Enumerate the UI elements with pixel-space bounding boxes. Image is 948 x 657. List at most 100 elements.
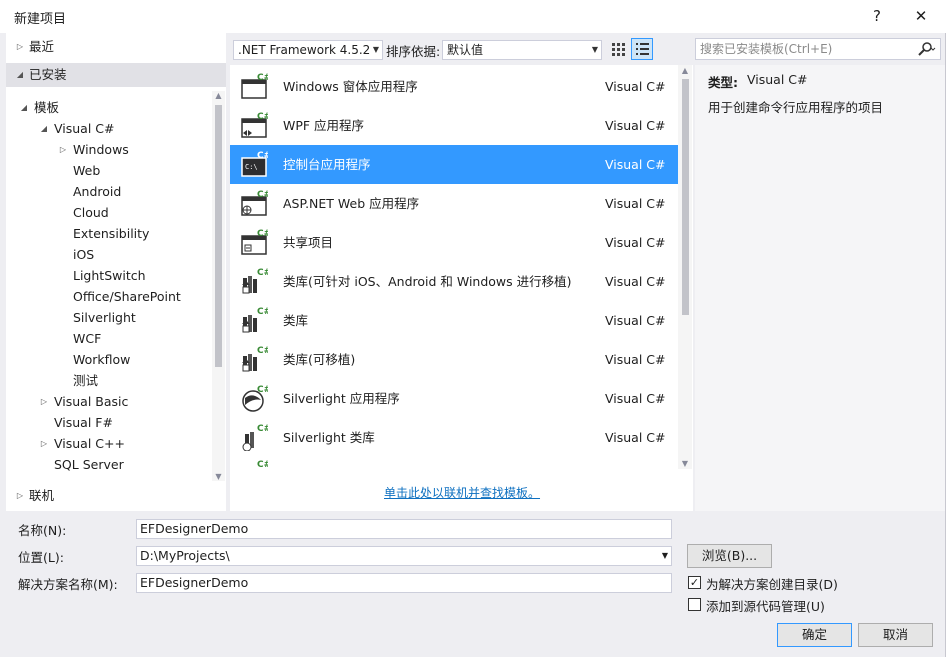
browse-button[interactable]: 浏览(B)...	[687, 544, 772, 568]
section-recent[interactable]: ▷ 最近	[6, 35, 226, 59]
section-online[interactable]: ▷ 联机	[6, 484, 226, 508]
svg-text:C#: C#	[257, 151, 268, 161]
solution-name-input[interactable]: EFDesignerDemo	[136, 573, 672, 593]
svg-text:C#: C#	[257, 460, 268, 469]
template-toolbar: .NET Framework 4.5.2 ▼ 排序依据: 默认值 ▼	[226, 33, 692, 65]
template-item[interactable]: C:\ C# 控制台应用程序 Visual C#	[230, 145, 678, 184]
ok-button[interactable]: 确定	[777, 623, 852, 647]
search-icon[interactable]	[914, 39, 936, 65]
scroll-down-icon[interactable]: ▼	[212, 472, 225, 481]
tree-node[interactable]: ▷ Visual Basic	[41, 391, 128, 412]
template-language: Visual C#	[605, 79, 666, 94]
cancel-button[interactable]: 取消	[858, 623, 933, 647]
portable-library-icon: C#	[240, 267, 271, 295]
svg-text:C#: C#	[257, 424, 268, 434]
expand-down-icon[interactable]: ◢	[39, 118, 49, 139]
tree-node[interactable]: ▷ Visual C++	[41, 433, 125, 454]
class-library-icon: C#	[240, 306, 271, 334]
tree-node-label: Cloud	[73, 205, 109, 220]
source-control-checkbox[interactable]	[688, 598, 701, 611]
svg-text:C#: C#	[257, 112, 268, 122]
scroll-up-icon[interactable]: ▲	[678, 66, 692, 75]
tree-node[interactable]: Visual F#	[54, 412, 113, 433]
tree-node[interactable]: Cloud	[73, 202, 109, 223]
template-item[interactable]: C# ASP.NET Web 应用程序 Visual C#	[230, 184, 678, 223]
expand-right-icon: ▷	[16, 42, 24, 51]
source-control-label: 添加到源代码管理(U)	[706, 599, 825, 614]
tree-node[interactable]: ◢ Visual C#	[41, 118, 115, 139]
svg-text:C#: C#	[257, 229, 268, 239]
template-language: Visual C#	[605, 157, 666, 172]
template-item[interactable]: C# 共享项目 Visual C#	[230, 223, 678, 262]
name-input[interactable]: EFDesignerDemo	[136, 519, 672, 539]
category-panel: ▷ 最近 ◢ 已安装 ◢ 模板 ◢ Visual C# ▷ Windows Web Andro…	[6, 33, 226, 511]
name-label: 名称(N):	[18, 523, 67, 538]
tree-node[interactable]: Workflow	[73, 349, 130, 370]
expand-right-icon[interactable]: ▷	[39, 391, 49, 412]
section-installed-label: 已安装	[29, 67, 67, 82]
template-item[interactable]: C# Silverlight 应用程序 Visual C#	[230, 379, 678, 418]
template-name: 类库(可移植)	[283, 352, 356, 367]
type-label: 类型:	[708, 75, 738, 90]
expand-down-icon[interactable]: ◢	[19, 97, 29, 118]
create-directory-checkbox[interactable]: ✓	[688, 576, 701, 589]
tree-node[interactable]: Office/SharePoint	[73, 286, 181, 307]
framework-select[interactable]: .NET Framework 4.5.2 ▼	[233, 40, 383, 60]
help-button[interactable]: ?	[862, 5, 892, 27]
svg-text:C#: C#	[257, 307, 268, 317]
template-name: Silverlight 应用程序	[283, 391, 400, 406]
tree-node-label: SQL Server	[54, 457, 124, 472]
scrollbar-thumb[interactable]	[682, 79, 689, 315]
wpf-app-icon: C#	[240, 111, 271, 139]
template-item[interactable]: C# 类库(可针对 iOS、Android 和 Windows 进行移植) Visu…	[230, 262, 678, 301]
tree-node[interactable]: SQL Server	[54, 454, 124, 475]
template-name: Silverlight 类库	[283, 430, 375, 445]
scroll-down-icon[interactable]: ▼	[678, 459, 692, 468]
tree-node-label: Silverlight	[73, 310, 136, 325]
tree-node[interactable]: WCF	[73, 328, 101, 349]
search-placeholder: 搜索已安装模板(Ctrl+E)	[700, 42, 833, 56]
tree-node[interactable]: Android	[73, 181, 121, 202]
framework-value: .NET Framework 4.5.2	[238, 43, 371, 57]
scrollbar-thumb[interactable]	[215, 105, 222, 367]
tree-node[interactable]: 测试	[73, 370, 98, 391]
grid-view-icon[interactable]	[608, 39, 628, 59]
tree-node[interactable]: ◢ 模板	[21, 97, 59, 118]
template-list-scrollbar[interactable]: ▲ ▼	[678, 65, 692, 469]
template-language: Visual C#	[605, 118, 666, 133]
location-input[interactable]: D:\MyProjects\ ▼	[136, 546, 672, 566]
list-view-icon[interactable]	[631, 38, 653, 60]
shared-project-icon: C#	[240, 228, 271, 256]
tree-node-label: Android	[73, 184, 122, 199]
template-item[interactable]: C# 类库 Visual C#	[230, 301, 678, 340]
section-installed[interactable]: ◢ 已安装	[6, 63, 226, 87]
template-search-input[interactable]: 搜索已安装模板(Ctrl+E)	[695, 38, 941, 60]
svg-text:C:\: C:\	[245, 163, 258, 171]
template-item[interactable]: C# Windows 窗体应用程序 Visual C#	[230, 67, 678, 106]
tree-node-label: WCF	[73, 331, 102, 346]
tree-node[interactable]: ▷ Windows	[60, 139, 129, 160]
template-item[interactable]: C# Silverlight 类库 Visual C#	[230, 418, 678, 457]
windows-forms-icon: C#	[240, 72, 271, 100]
expand-right-icon: ▷	[16, 491, 24, 500]
tree-node[interactable]: iOS	[73, 244, 94, 265]
tree-node[interactable]: LightSwitch	[73, 265, 146, 286]
tree-node[interactable]: Silverlight	[73, 307, 136, 328]
tree-node[interactable]: Extensibility	[73, 223, 149, 244]
template-item[interactable]: C# 类库(可移植) Visual C#	[230, 340, 678, 379]
tree-scrollbar[interactable]: ▲ ▼	[212, 91, 225, 481]
scroll-up-icon[interactable]: ▲	[212, 91, 225, 100]
chevron-down-icon[interactable]: ▼	[662, 547, 668, 565]
close-button[interactable]: ✕	[906, 5, 936, 27]
online-templates-link[interactable]: 单击此处以联机并查找模板。	[384, 484, 540, 501]
sort-select[interactable]: 默认值 ▼	[442, 40, 602, 60]
svg-text:C#: C#	[257, 346, 268, 356]
template-name: 类库	[283, 313, 309, 328]
sort-value: 默认值	[447, 43, 484, 57]
location-label: 位置(L):	[18, 550, 64, 565]
expand-down-icon: ◢	[16, 70, 24, 79]
expand-right-icon[interactable]: ▷	[58, 139, 68, 160]
template-item[interactable]: C# WPF 应用程序 Visual C#	[230, 106, 678, 145]
tree-node[interactable]: Web	[73, 160, 100, 181]
expand-right-icon[interactable]: ▷	[39, 433, 49, 454]
